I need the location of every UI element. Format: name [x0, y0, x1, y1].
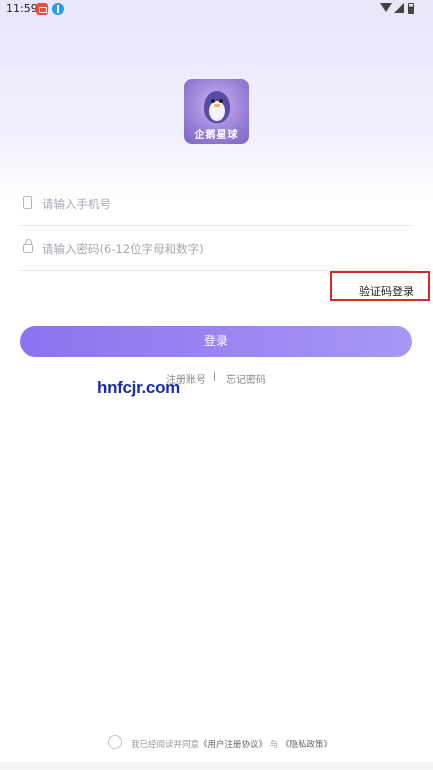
forgot-password-link[interactable]: 忘记密码 [226, 371, 266, 386]
battery-icon [408, 3, 414, 14]
agreement-conjunction: 与 [269, 740, 279, 750]
links-divider [214, 372, 215, 381]
status-time: 11:59 [6, 2, 38, 15]
wifi-icon [380, 3, 392, 12]
agreement-radio[interactable] [108, 735, 122, 749]
privacy-policy-link[interactable]: 《隐私政策》 [281, 740, 332, 750]
user-agreement-link[interactable]: 《用户注册协议》 [199, 740, 267, 750]
app-logo: 企鹅星球 [184, 79, 249, 144]
password-field-row [20, 227, 412, 271]
notification-app-icon [36, 3, 48, 15]
agreement-text: 我已经阅读并同意《用户注册协议》 与 《隐私政策》 [131, 738, 332, 750]
system-nav-bar [0, 762, 433, 770]
phone-input[interactable] [42, 194, 402, 214]
login-button[interactable]: 登录 [20, 326, 412, 357]
phone-icon [23, 196, 32, 209]
logo-text: 企鹅星球 [194, 130, 239, 141]
signal-icon [394, 3, 404, 13]
notification-download-icon [52, 3, 64, 15]
sms-login-link[interactable]: 验证码登录 [330, 271, 430, 301]
password-input[interactable] [42, 239, 402, 259]
agreement-prefix: 我已经阅读并同意 [131, 740, 200, 750]
status-bar: 11:59 [0, 0, 433, 20]
phone-field-row [20, 182, 412, 226]
watermark: hnfcjr.com [97, 378, 180, 397]
lock-icon [23, 239, 33, 253]
